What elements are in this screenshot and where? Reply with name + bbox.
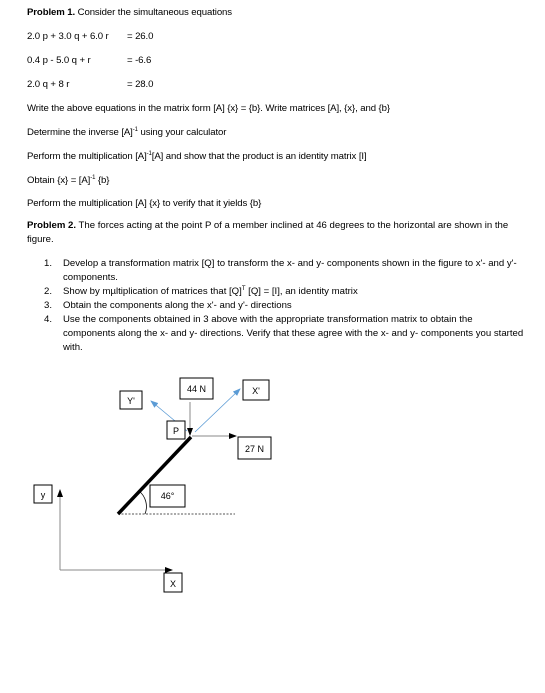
- label-y-axis: y: [33, 484, 53, 504]
- label-point-p: P: [166, 420, 186, 440]
- label-x-axis: X: [163, 572, 183, 593]
- y-axis-text: y: [41, 490, 46, 500]
- y-prime-text: Y': [127, 396, 135, 406]
- label-vertical-force: 44 N: [179, 377, 214, 400]
- angle-text: 46°: [161, 491, 175, 501]
- label-horizontal-force: 27 N: [237, 436, 272, 460]
- vertical-force-text: 44 N: [187, 384, 206, 394]
- point-p-text: P: [173, 426, 179, 436]
- x-prime-text: X': [252, 386, 260, 396]
- label-angle: 46°: [149, 484, 186, 508]
- label-x-prime: X': [242, 379, 270, 401]
- force-diagram: Y' 44 N X' P 27 N 46° y X: [33, 377, 272, 593]
- x-axis-text: X: [170, 579, 176, 589]
- horizontal-force-text: 27 N: [245, 444, 264, 454]
- angle-arc: [138, 490, 147, 515]
- label-y-prime: Y': [119, 390, 143, 410]
